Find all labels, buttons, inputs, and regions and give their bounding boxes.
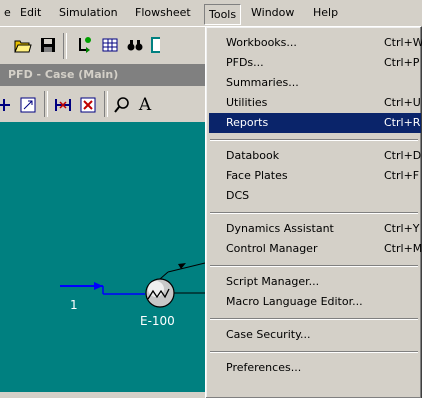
add-stream-icon[interactable] bbox=[74, 35, 94, 55]
menu-edit[interactable]: Edit bbox=[20, 5, 41, 21]
tools-menu-dropdown: Workbooks... Ctrl+W PFDs... Ctrl+P Summa… bbox=[205, 26, 422, 398]
menu-item-macro-language-editor[interactable]: Macro Language Editor... bbox=[209, 292, 421, 312]
menu-item-preferences[interactable]: Preferences... bbox=[209, 358, 421, 378]
open-folder-icon[interactable] bbox=[13, 35, 33, 55]
toolbar-separator bbox=[44, 91, 48, 117]
menu-bar: e Edit Simulation Flowsheet Tools Window… bbox=[0, 0, 422, 26]
feed-stream-arrowhead bbox=[94, 282, 103, 290]
size-icon[interactable] bbox=[18, 95, 38, 115]
menu-item-face-plates[interactable]: Face Plates Ctrl+F bbox=[209, 166, 421, 186]
menu-item-dynamics-assistant[interactable]: Dynamics Assistant Ctrl+Y bbox=[209, 219, 421, 239]
binoculars-icon[interactable] bbox=[125, 35, 145, 55]
toolbar-separator bbox=[104, 91, 108, 117]
exchanger-label[interactable]: E-100 bbox=[140, 314, 175, 328]
menu-separator bbox=[210, 351, 418, 353]
menu-separator bbox=[210, 212, 418, 214]
menu-separator bbox=[210, 318, 418, 320]
menu-item-utilities[interactable]: Utilities Ctrl+U bbox=[209, 93, 421, 113]
toolbar-separator bbox=[63, 33, 67, 59]
menu-item-control-manager[interactable]: Control Manager Ctrl+M bbox=[209, 239, 422, 259]
menu-window[interactable]: Window bbox=[251, 5, 294, 21]
stream-label[interactable]: 1 bbox=[70, 298, 78, 312]
menu-file[interactable]: e bbox=[4, 5, 11, 21]
text-tool-icon[interactable]: A bbox=[135, 95, 155, 115]
attach-mode-icon[interactable] bbox=[78, 95, 98, 115]
move-icon[interactable] bbox=[0, 95, 12, 115]
heat-exchanger-icon bbox=[145, 278, 175, 308]
break-connection-icon[interactable] bbox=[53, 95, 73, 115]
menu-item-summaries[interactable]: Summaries... bbox=[209, 73, 421, 93]
menu-item-reports[interactable]: Reports Ctrl+R bbox=[209, 113, 421, 133]
workbook-icon[interactable] bbox=[100, 35, 120, 55]
menu-item-script-manager[interactable]: Script Manager... bbox=[209, 272, 421, 292]
menu-item-pfds[interactable]: PFDs... Ctrl+P bbox=[209, 53, 421, 73]
menu-separator bbox=[210, 139, 418, 141]
toolbar-button-partial-icon[interactable] bbox=[150, 35, 160, 55]
menu-separator bbox=[210, 265, 418, 267]
menu-item-workbooks[interactable]: Workbooks... Ctrl+W bbox=[209, 33, 422, 53]
zoom-magnifier-icon[interactable] bbox=[112, 95, 132, 115]
menu-item-case-security[interactable]: Case Security... bbox=[209, 325, 421, 345]
menu-help[interactable]: Help bbox=[313, 5, 338, 21]
pfd-toolbar: A bbox=[0, 86, 206, 122]
menu-item-databook[interactable]: Databook Ctrl+D bbox=[209, 146, 421, 166]
menu-item-dcs[interactable]: DCS bbox=[209, 186, 421, 206]
menu-simulation[interactable]: Simulation bbox=[59, 5, 118, 21]
pfd-window-title[interactable]: PFD - Case (Main) bbox=[0, 64, 206, 86]
save-disk-icon[interactable] bbox=[38, 35, 58, 55]
menu-flowsheet[interactable]: Flowsheet bbox=[135, 5, 191, 21]
menu-tools[interactable]: Tools bbox=[204, 4, 242, 25]
